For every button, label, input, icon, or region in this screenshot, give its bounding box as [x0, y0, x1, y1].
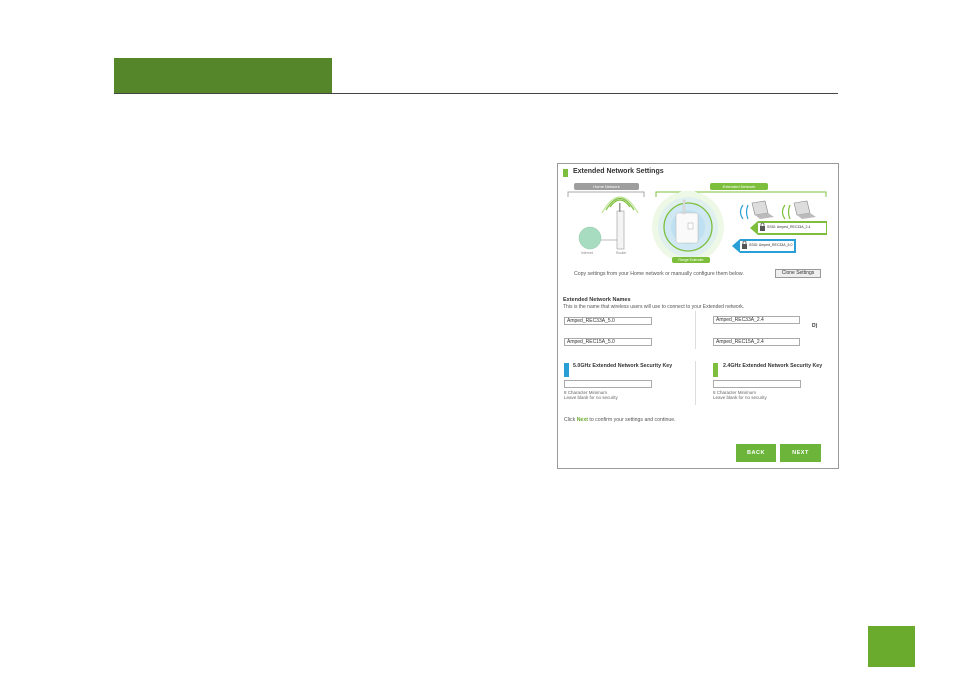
key-24g-note-blank: Leave blank for no security: [713, 395, 767, 400]
range-extender-icon: [652, 191, 724, 263]
next-button[interactable]: NEXT: [780, 444, 821, 462]
ssid-24-label: SSID: Amped_REC33A_2.4: [767, 225, 811, 229]
ssid-5g-input-alt[interactable]: [564, 338, 652, 346]
router-label: Router: [616, 251, 627, 255]
ssid-5g-input[interactable]: [564, 317, 652, 325]
column-divider: [695, 311, 696, 349]
diagram-graphics: [567, 191, 827, 263]
clone-settings-button[interactable]: Clone Settings: [775, 269, 821, 278]
extended-network-label: Extended Network: [710, 183, 768, 190]
panel-title-marker: [563, 169, 568, 177]
extended-network-settings-panel: Extended Network Settings Home Network E…: [557, 163, 839, 469]
key-5g-note-blank: Leave blank for no security: [564, 395, 618, 400]
header-rule: [114, 93, 838, 94]
page-number-box: [868, 626, 915, 667]
key-24g-input[interactable]: [713, 380, 801, 388]
ssid-24g-input[interactable]: [713, 316, 800, 324]
laptop-icon-1: [739, 200, 774, 220]
extended-network-names-description: This is the name that wireless users wil…: [563, 304, 745, 310]
ssid-24g-input-alt[interactable]: [713, 338, 800, 346]
back-button[interactable]: BACK: [736, 444, 776, 462]
truncated-text: D): [812, 323, 818, 329]
key-24g-marker: [713, 363, 718, 377]
header-tab: [114, 58, 332, 93]
network-diagram: Home Network Extended Network Internet R…: [562, 183, 832, 265]
key-5g-title: 5.0GHz Extended Network Security Key: [573, 363, 673, 369]
confirm-instruction-next: Next: [576, 417, 588, 423]
column-divider: [695, 361, 696, 405]
confirm-instruction-post: to confirm your settings and continue.: [587, 417, 676, 423]
confirm-instruction: Click Next to confirm your settings and …: [564, 417, 676, 423]
confirm-instruction-pre: Click: [564, 417, 577, 423]
home-network-label: Home Network: [574, 183, 639, 190]
key-5g-marker: [564, 363, 569, 377]
globe-icon: [578, 226, 602, 250]
internet-label: Internet: [581, 251, 593, 255]
extended-network-names-title: Extended Network Names: [563, 297, 631, 303]
key-5g-input[interactable]: [564, 380, 652, 388]
laptop-icon-2: [781, 200, 816, 220]
ssid-5-label: SSID: Amped_REC33A_5.0: [749, 243, 793, 247]
panel-title: Extended Network Settings: [573, 168, 664, 175]
router-icon: [601, 196, 639, 250]
copy-settings-text: Copy settings from your Home network or …: [574, 271, 744, 277]
range-extender-label: Range Extender: [672, 257, 710, 263]
key-24g-title: 2.4GHz Extended Network Security Key: [723, 363, 823, 369]
